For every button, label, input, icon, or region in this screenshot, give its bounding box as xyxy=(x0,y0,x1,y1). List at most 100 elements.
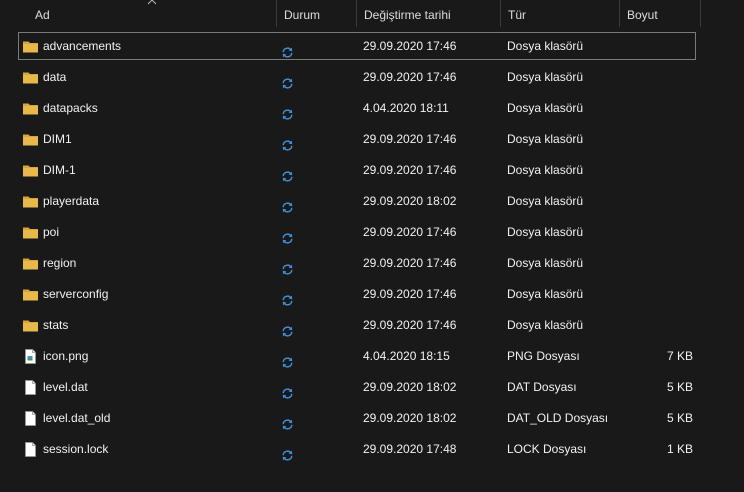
sync-icon xyxy=(281,288,294,306)
sync-icon xyxy=(281,102,294,120)
column-divider[interactable] xyxy=(700,0,701,27)
file-name: playerdata xyxy=(43,194,100,208)
folder-icon xyxy=(22,69,39,86)
file-name: level.dat_old xyxy=(43,411,111,425)
folder-icon xyxy=(22,162,39,179)
file-type: Dosya klasörü xyxy=(507,225,584,239)
file-row[interactable]: DIM1 29.09.2020 17:46 Dosya klasörü xyxy=(0,124,744,155)
column-header-row: Ad Durum Değiştirme tarihi Tür Boyut xyxy=(0,0,744,27)
sync-icon xyxy=(281,350,294,368)
file-name: data xyxy=(43,70,67,84)
file-icon xyxy=(22,441,39,458)
sync-icon xyxy=(281,195,294,213)
sync-icon xyxy=(281,443,294,461)
file-name: level.dat xyxy=(43,380,88,394)
file-modified-date: 29.09.2020 17:46 xyxy=(363,287,457,301)
sync-icon xyxy=(281,40,294,58)
file-name: DIM-1 xyxy=(43,163,76,177)
file-row[interactable]: level.dat_old 29.09.2020 18:02 DAT_OLD Dos… xyxy=(0,403,744,434)
folder-icon xyxy=(22,131,39,148)
sync-icon xyxy=(281,319,294,337)
file-type: PNG Dosyası xyxy=(507,349,580,363)
file-icon xyxy=(22,410,39,427)
sync-icon xyxy=(281,71,294,89)
folder-icon xyxy=(22,193,39,210)
file-list: advancements 29.09.2020 17:46 Dosya klasör… xyxy=(0,31,744,465)
file-modified-date: 29.09.2020 17:46 xyxy=(363,163,457,177)
file-row[interactable]: serverconfig 29.09.2020 17:46 Dosya klasör… xyxy=(0,279,744,310)
file-type: Dosya klasörü xyxy=(507,287,584,301)
column-header-status-label: Durum xyxy=(284,8,321,22)
column-header-type[interactable]: Tür xyxy=(501,0,619,27)
column-header-type-label: Tür xyxy=(508,8,526,22)
sync-icon xyxy=(281,164,294,182)
file-modified-date: 29.09.2020 17:46 xyxy=(363,70,457,84)
file-row[interactable]: DIM-1 29.09.2020 17:46 Dosya klasörü xyxy=(0,155,744,186)
file-name: DIM1 xyxy=(43,132,72,146)
column-header-modified[interactable]: Değiştirme tarihi xyxy=(357,0,500,27)
file-type: Dosya klasörü xyxy=(507,132,584,146)
file-row[interactable]: data 29.09.2020 17:46 Dosya klasörü xyxy=(0,62,744,93)
file-type: Dosya klasörü xyxy=(507,318,584,332)
file-name: datapacks xyxy=(43,101,98,115)
file-explorer-details-view: Ad Durum Değiştirme tarihi Tür Boyut adv… xyxy=(0,0,744,492)
column-header-name-label: Ad xyxy=(35,8,50,22)
file-modified-date: 29.09.2020 17:46 xyxy=(363,225,457,239)
file-type: Dosya klasörü xyxy=(507,101,584,115)
file-type: Dosya klasörü xyxy=(507,163,584,177)
file-modified-date: 29.09.2020 17:46 xyxy=(363,132,457,146)
file-row[interactable]: session.lock 29.09.2020 17:48 LOCK Dosyası… xyxy=(0,434,744,465)
file-name: advancements xyxy=(43,39,122,53)
file-name: icon.png xyxy=(43,349,89,363)
file-type: DAT_OLD Dosyası xyxy=(507,411,609,425)
file-name: stats xyxy=(43,318,69,332)
sync-icon xyxy=(281,381,294,399)
file-type: Dosya klasörü xyxy=(507,256,584,270)
folder-icon xyxy=(22,100,39,117)
file-size: 7 KB xyxy=(666,349,693,363)
file-row[interactable]: advancements 29.09.2020 17:46 Dosya klasör… xyxy=(0,31,744,62)
file-modified-date: 29.09.2020 17:46 xyxy=(363,318,457,332)
column-header-size-label: Boyut xyxy=(627,8,658,22)
file-modified-date: 4.04.2020 18:15 xyxy=(363,349,450,363)
folder-icon xyxy=(22,255,39,272)
sort-ascending-icon xyxy=(147,0,157,5)
file-row[interactable]: playerdata 29.09.2020 18:02 Dosya klasörü xyxy=(0,186,744,217)
file-modified-date: 29.09.2020 18:02 xyxy=(363,380,457,394)
file-row[interactable]: datapacks 4.04.2020 18:11 Dosya klasörü xyxy=(0,93,744,124)
file-type: DAT Dosyası xyxy=(507,380,577,394)
folder-icon xyxy=(22,38,39,55)
file-size: 5 KB xyxy=(666,380,693,394)
sync-icon xyxy=(281,412,294,430)
sync-icon xyxy=(281,133,294,151)
file-type: Dosya klasörü xyxy=(507,39,584,53)
sync-icon xyxy=(281,226,294,244)
folder-icon xyxy=(22,317,39,334)
column-header-status[interactable]: Durum xyxy=(277,0,356,27)
file-name: poi xyxy=(43,225,60,239)
file-modified-date: 29.09.2020 18:02 xyxy=(363,411,457,425)
file-type: Dosya klasörü xyxy=(507,70,584,84)
file-row[interactable]: poi 29.09.2020 17:46 Dosya klasörü xyxy=(0,217,744,248)
sync-icon xyxy=(281,257,294,275)
file-type: Dosya klasörü xyxy=(507,194,584,208)
file-modified-date: 29.09.2020 18:02 xyxy=(363,194,457,208)
file-modified-date: 29.09.2020 17:46 xyxy=(363,39,457,53)
folder-icon xyxy=(22,286,39,303)
image-file-icon xyxy=(22,348,39,365)
file-size: 1 KB xyxy=(666,442,693,456)
file-name: session.lock xyxy=(43,442,109,456)
file-row[interactable]: icon.png 4.04.2020 18:15 PNG Dosyası 7 KB xyxy=(0,341,744,372)
file-row[interactable]: level.dat 29.09.2020 18:02 DAT Dosyası 5 KB xyxy=(0,372,744,403)
file-name: region xyxy=(43,256,77,270)
column-header-modified-label: Değiştirme tarihi xyxy=(364,8,451,22)
file-type: LOCK Dosyası xyxy=(507,442,587,456)
file-size: 5 KB xyxy=(666,411,693,425)
file-modified-date: 29.09.2020 17:48 xyxy=(363,442,457,456)
column-header-size[interactable]: Boyut xyxy=(620,0,700,27)
folder-icon xyxy=(22,224,39,241)
file-row[interactable]: stats 29.09.2020 17:46 Dosya klasörü xyxy=(0,310,744,341)
file-name: serverconfig xyxy=(43,287,109,301)
file-row[interactable]: region 29.09.2020 17:46 Dosya klasörü xyxy=(0,248,744,279)
file-icon xyxy=(22,379,39,396)
